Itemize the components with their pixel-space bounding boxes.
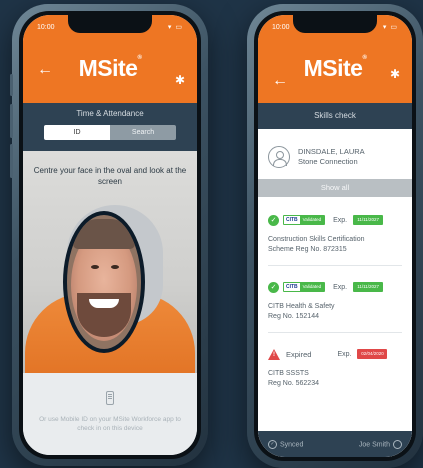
record-title: CITB Health & Safety	[268, 303, 335, 310]
footer-bar: ✓ Synced Joe Smith	[258, 431, 412, 457]
exp-label: Exp.	[333, 283, 348, 291]
status-icons: ▾ ▭	[382, 24, 398, 31]
notch	[293, 15, 377, 33]
sync-status: ✓ Synced	[268, 439, 303, 449]
show-all-button[interactable]: Show all	[258, 179, 412, 197]
face-oval	[63, 211, 145, 353]
skill-record[interactable]: ✓ CITB Validated Exp. 11/11/2027 Constru…	[258, 209, 412, 255]
skills-card: DINSDALE, LAURA Stone Connection Show al…	[258, 129, 412, 457]
settings-gear-icon[interactable]: ✱	[390, 67, 400, 81]
tab-search[interactable]: Search	[110, 125, 176, 140]
exp-date-badge: 11/11/2027	[353, 215, 384, 225]
exp-label: Exp.	[337, 350, 352, 358]
avatar-icon	[268, 146, 290, 168]
camera-view: Centre your face in the oval and look at…	[23, 151, 197, 373]
divider	[268, 332, 402, 333]
status-time: 10:00	[37, 24, 55, 31]
validated-badge: CITB Validated	[283, 215, 326, 225]
page-title: Skills check	[314, 111, 356, 120]
validated-badge: CITB Validated	[283, 282, 326, 292]
exp-label: Exp.	[333, 216, 348, 224]
exp-date-badge: 11/11/2027	[353, 282, 384, 292]
record-title: CITB SSSTS	[268, 370, 309, 377]
synced-check-icon: ✓	[268, 439, 277, 449]
expired-status: Expired	[286, 349, 312, 359]
msite-logo: MSite®	[303, 55, 367, 81]
right-phone-device: 10:00 ▾ ▭ ← MSite® ✱ Skills check DINSDA…	[247, 4, 423, 468]
record-reg: Reg No. 152144	[268, 313, 319, 320]
record-reg: Scheme Reg No. 872315	[268, 246, 347, 253]
left-phone-device: 10:00 ▾ ▭ ← MSite® ✱ Time & Attendance I…	[10, 4, 208, 466]
skill-record[interactable]: ✓ CITB Validated Exp. 11/11/2027 CITB He…	[258, 276, 412, 322]
profile-company: Stone Connection	[298, 157, 358, 166]
subtitle-bar: Time & Attendance ID Search	[23, 103, 197, 151]
profile-row: DINSDALE, LAURA Stone Connection	[258, 129, 412, 175]
left-phone-screen: 10:00 ▾ ▭ ← MSite® ✱ Time & Attendance I…	[23, 15, 197, 455]
camera-instruction: Centre your face in the oval and look at…	[33, 166, 187, 186]
settings-gear-icon[interactable]: ✱	[175, 73, 185, 87]
warning-icon: !	[268, 348, 280, 360]
mobile-id-section: Or use Mobile ID on your MSite Workforce…	[23, 373, 197, 455]
mode-toggle: ID Search	[44, 125, 176, 140]
msite-logo: MSite®	[78, 55, 142, 81]
divider	[268, 265, 402, 266]
user-menu[interactable]: Joe Smith	[359, 439, 402, 449]
user-icon	[393, 439, 402, 449]
back-arrow-icon[interactable]: ←	[272, 73, 288, 89]
valid-check-icon: ✓	[268, 281, 279, 293]
mobile-id-text: Or use Mobile ID on your MSite Workforce…	[39, 416, 181, 432]
page-title: Time & Attendance	[76, 109, 144, 118]
exp-date-badge: 02/04/2020	[357, 349, 388, 359]
subtitle-bar: Skills check	[258, 103, 412, 129]
tab-id[interactable]: ID	[44, 125, 110, 140]
valid-check-icon: ✓	[268, 214, 279, 226]
status-time: 10:00	[272, 24, 290, 31]
right-phone-screen: 10:00 ▾ ▭ ← MSite® ✱ Skills check DINSDA…	[258, 15, 412, 457]
notch	[68, 15, 152, 33]
profile-name: DINSDALE, LAURA	[298, 147, 365, 156]
record-title: Construction Skills Certification	[268, 236, 365, 243]
record-reg: Reg No. 562234	[268, 380, 319, 387]
back-arrow-icon[interactable]: ←	[37, 62, 53, 78]
mobile-phone-icon	[106, 391, 114, 405]
status-icons: ▾ ▭	[167, 24, 183, 31]
skill-record[interactable]: ! Expired Exp. 02/04/2020 CITB SSSTS Reg…	[258, 343, 412, 389]
